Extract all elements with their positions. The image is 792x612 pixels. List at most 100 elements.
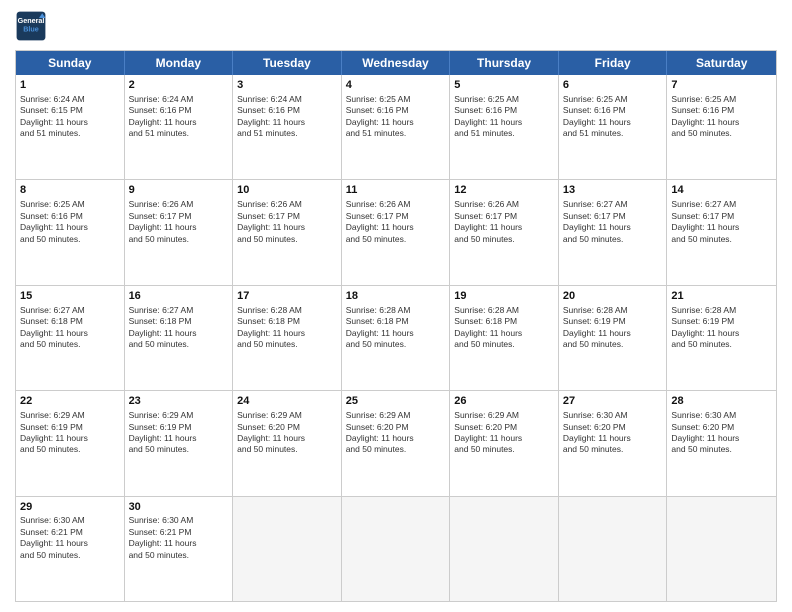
day-info-line-1: Sunset: 6:20 PM xyxy=(346,422,446,433)
day-cell-1: 1Sunrise: 6:24 AMSunset: 6:15 PMDaylight… xyxy=(16,75,125,179)
day-info-line-1: Sunset: 6:17 PM xyxy=(129,211,229,222)
day-info-line-0: Sunrise: 6:28 AM xyxy=(563,305,663,316)
day-cell-15: 15Sunrise: 6:27 AMSunset: 6:18 PMDayligh… xyxy=(16,286,125,390)
day-info-line-1: Sunset: 6:18 PM xyxy=(20,316,120,327)
day-number: 23 xyxy=(129,394,229,409)
day-info-line-3: and 50 minutes. xyxy=(563,444,663,455)
day-header-sunday: Sunday xyxy=(16,51,125,75)
day-info-line-3: and 50 minutes. xyxy=(454,444,554,455)
calendar-row-4: 22Sunrise: 6:29 AMSunset: 6:19 PMDayligh… xyxy=(16,390,776,495)
day-info-line-0: Sunrise: 6:25 AM xyxy=(563,94,663,105)
day-info-line-3: and 50 minutes. xyxy=(20,234,120,245)
day-cell-27: 27Sunrise: 6:30 AMSunset: 6:20 PMDayligh… xyxy=(559,391,668,495)
day-number: 28 xyxy=(671,394,772,409)
day-info-line-1: Sunset: 6:16 PM xyxy=(129,105,229,116)
day-info-line-3: and 50 minutes. xyxy=(563,234,663,245)
day-info-line-3: and 50 minutes. xyxy=(237,339,337,350)
day-info-line-2: Daylight: 11 hours xyxy=(346,328,446,339)
day-info-line-3: and 50 minutes. xyxy=(346,234,446,245)
day-info-line-1: Sunset: 6:18 PM xyxy=(346,316,446,327)
day-info-line-3: and 50 minutes. xyxy=(454,339,554,350)
day-number: 2 xyxy=(129,78,229,93)
day-info-line-1: Sunset: 6:20 PM xyxy=(563,422,663,433)
day-number: 19 xyxy=(454,289,554,304)
day-info-line-2: Daylight: 11 hours xyxy=(671,222,772,233)
day-info-line-1: Sunset: 6:17 PM xyxy=(454,211,554,222)
day-info-line-2: Daylight: 11 hours xyxy=(346,117,446,128)
day-header-monday: Monday xyxy=(125,51,234,75)
day-info-line-0: Sunrise: 6:27 AM xyxy=(129,305,229,316)
day-cell-7: 7Sunrise: 6:25 AMSunset: 6:16 PMDaylight… xyxy=(667,75,776,179)
day-info-line-1: Sunset: 6:20 PM xyxy=(454,422,554,433)
day-info-line-3: and 50 minutes. xyxy=(129,234,229,245)
day-number: 11 xyxy=(346,183,446,198)
day-info-line-0: Sunrise: 6:30 AM xyxy=(671,410,772,421)
day-info-line-2: Daylight: 11 hours xyxy=(454,222,554,233)
day-number: 8 xyxy=(20,183,120,198)
day-number: 10 xyxy=(237,183,337,198)
day-info-line-2: Daylight: 11 hours xyxy=(20,433,120,444)
empty-cell xyxy=(450,497,559,601)
day-number: 21 xyxy=(671,289,772,304)
day-number: 26 xyxy=(454,394,554,409)
calendar-header: SundayMondayTuesdayWednesdayThursdayFrid… xyxy=(16,51,776,75)
day-info-line-3: and 50 minutes. xyxy=(20,444,120,455)
calendar-row-5: 29Sunrise: 6:30 AMSunset: 6:21 PMDayligh… xyxy=(16,496,776,601)
day-header-saturday: Saturday xyxy=(667,51,776,75)
day-info-line-3: and 51 minutes. xyxy=(20,128,120,139)
day-number: 13 xyxy=(563,183,663,198)
day-info-line-1: Sunset: 6:16 PM xyxy=(563,105,663,116)
day-cell-2: 2Sunrise: 6:24 AMSunset: 6:16 PMDaylight… xyxy=(125,75,234,179)
day-cell-24: 24Sunrise: 6:29 AMSunset: 6:20 PMDayligh… xyxy=(233,391,342,495)
day-info-line-0: Sunrise: 6:28 AM xyxy=(454,305,554,316)
day-number: 25 xyxy=(346,394,446,409)
day-cell-28: 28Sunrise: 6:30 AMSunset: 6:20 PMDayligh… xyxy=(667,391,776,495)
day-info-line-0: Sunrise: 6:30 AM xyxy=(129,515,229,526)
day-cell-20: 20Sunrise: 6:28 AMSunset: 6:19 PMDayligh… xyxy=(559,286,668,390)
day-info-line-2: Daylight: 11 hours xyxy=(454,117,554,128)
day-info-line-1: Sunset: 6:19 PM xyxy=(20,422,120,433)
day-info-line-3: and 50 minutes. xyxy=(237,444,337,455)
day-info-line-2: Daylight: 11 hours xyxy=(20,222,120,233)
day-info-line-3: and 50 minutes. xyxy=(454,234,554,245)
day-info-line-1: Sunset: 6:19 PM xyxy=(129,422,229,433)
day-cell-16: 16Sunrise: 6:27 AMSunset: 6:18 PMDayligh… xyxy=(125,286,234,390)
day-info-line-2: Daylight: 11 hours xyxy=(20,117,120,128)
day-info-line-3: and 51 minutes. xyxy=(346,128,446,139)
day-info-line-0: Sunrise: 6:24 AM xyxy=(129,94,229,105)
day-header-wednesday: Wednesday xyxy=(342,51,451,75)
day-info-line-3: and 50 minutes. xyxy=(20,339,120,350)
day-info-line-1: Sunset: 6:19 PM xyxy=(671,316,772,327)
day-number: 6 xyxy=(563,78,663,93)
day-number: 15 xyxy=(20,289,120,304)
day-number: 30 xyxy=(129,500,229,515)
logo: General Blue xyxy=(15,10,47,42)
day-info-line-0: Sunrise: 6:25 AM xyxy=(20,199,120,210)
day-info-line-2: Daylight: 11 hours xyxy=(129,538,229,549)
day-info-line-0: Sunrise: 6:24 AM xyxy=(20,94,120,105)
calendar-row-1: 1Sunrise: 6:24 AMSunset: 6:15 PMDaylight… xyxy=(16,75,776,179)
day-cell-21: 21Sunrise: 6:28 AMSunset: 6:19 PMDayligh… xyxy=(667,286,776,390)
day-number: 22 xyxy=(20,394,120,409)
day-info-line-2: Daylight: 11 hours xyxy=(20,328,120,339)
day-info-line-1: Sunset: 6:18 PM xyxy=(237,316,337,327)
calendar-row-3: 15Sunrise: 6:27 AMSunset: 6:18 PMDayligh… xyxy=(16,285,776,390)
day-info-line-3: and 50 minutes. xyxy=(671,128,772,139)
day-info-line-1: Sunset: 6:21 PM xyxy=(20,527,120,538)
day-cell-11: 11Sunrise: 6:26 AMSunset: 6:17 PMDayligh… xyxy=(342,180,451,284)
day-info-line-3: and 50 minutes. xyxy=(129,444,229,455)
day-info-line-2: Daylight: 11 hours xyxy=(237,433,337,444)
day-info-line-2: Daylight: 11 hours xyxy=(237,117,337,128)
day-info-line-3: and 50 minutes. xyxy=(129,550,229,561)
day-info-line-0: Sunrise: 6:29 AM xyxy=(346,410,446,421)
day-number: 20 xyxy=(563,289,663,304)
day-cell-12: 12Sunrise: 6:26 AMSunset: 6:17 PMDayligh… xyxy=(450,180,559,284)
day-info-line-1: Sunset: 6:19 PM xyxy=(563,316,663,327)
day-info-line-3: and 50 minutes. xyxy=(671,339,772,350)
day-info-line-0: Sunrise: 6:29 AM xyxy=(237,410,337,421)
day-cell-19: 19Sunrise: 6:28 AMSunset: 6:18 PMDayligh… xyxy=(450,286,559,390)
day-info-line-2: Daylight: 11 hours xyxy=(563,117,663,128)
day-cell-4: 4Sunrise: 6:25 AMSunset: 6:16 PMDaylight… xyxy=(342,75,451,179)
day-info-line-3: and 50 minutes. xyxy=(346,444,446,455)
day-number: 14 xyxy=(671,183,772,198)
